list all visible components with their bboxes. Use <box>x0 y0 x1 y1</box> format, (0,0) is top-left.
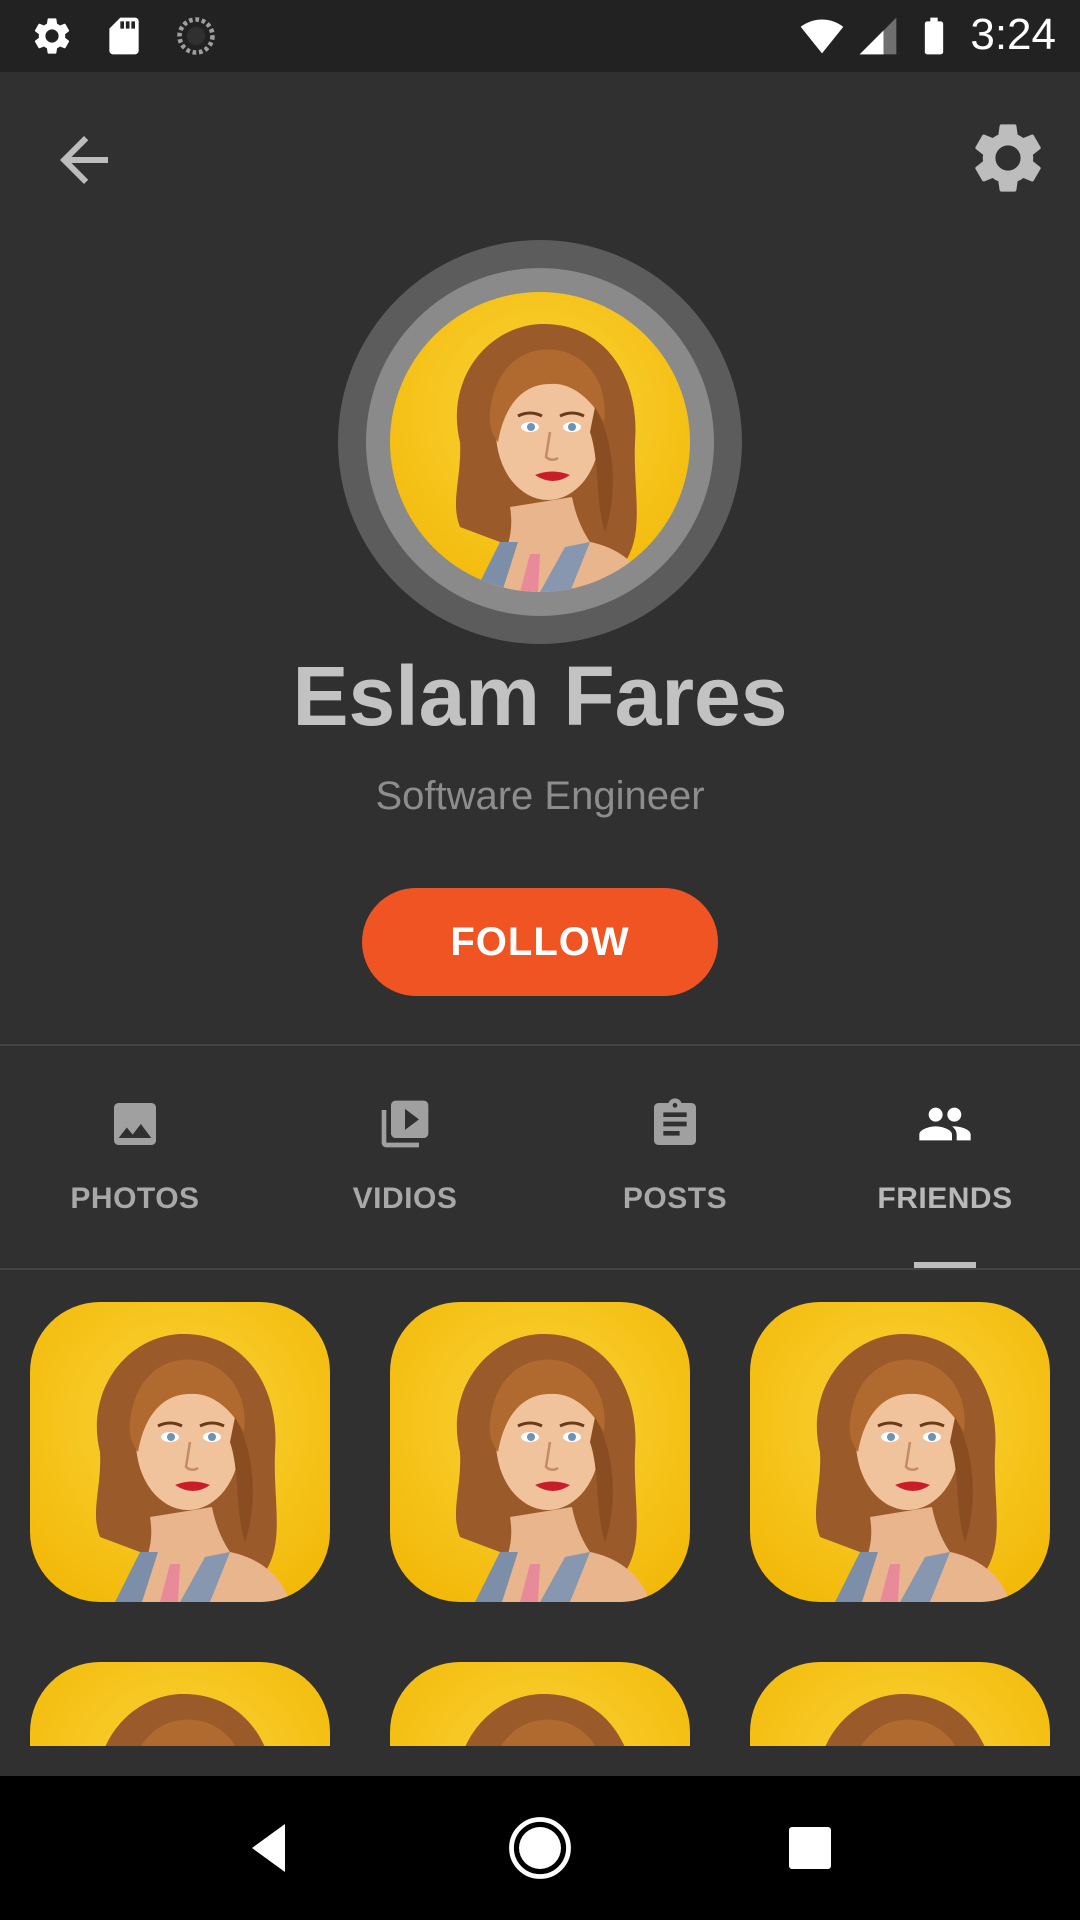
navigation-bar <box>0 1776 1080 1920</box>
avatar[interactable] <box>390 292 690 592</box>
tab-label: POSTS <box>622 1182 728 1215</box>
people-icon <box>919 1107 971 1141</box>
friend-portrait <box>390 1302 690 1602</box>
friend-portrait <box>390 1662 690 1746</box>
tab-photos[interactable]: PHOTOS <box>0 1046 270 1270</box>
tab-label: PHOTOS <box>70 1182 200 1215</box>
video-library-icon <box>381 1100 429 1148</box>
nav-home-icon[interactable] <box>504 1812 576 1884</box>
divider <box>0 1268 1080 1270</box>
friend-portrait <box>750 1662 1050 1746</box>
nav-recents-icon[interactable] <box>774 1812 846 1884</box>
tab-friends[interactable]: FRIENDS <box>810 1046 1080 1270</box>
profile-title: Software Engineer <box>375 774 705 818</box>
status-time: 3:24 <box>970 10 1056 59</box>
nav-back-icon[interactable] <box>234 1812 306 1884</box>
clipboard-icon <box>654 1098 696 1145</box>
friend-photo[interactable] <box>30 1302 330 1602</box>
profile-tabs: PHOTOS VIDIOS POSTS FRIENDS <box>0 1046 1080 1270</box>
settings-icon <box>34 18 70 54</box>
wifi-icon <box>800 19 844 54</box>
friend-portrait <box>30 1662 330 1746</box>
friends-grid <box>0 1272 1080 1746</box>
image-icon <box>114 1103 156 1145</box>
battery-icon <box>924 17 944 55</box>
follow-button[interactable]: FOLLOW <box>362 888 718 996</box>
friend-photo[interactable] <box>750 1302 1050 1602</box>
gear-icon[interactable] <box>966 116 1050 200</box>
avatar-ring <box>338 240 742 644</box>
profile-name: Eslam Fares <box>292 649 788 743</box>
tab-label: FRIENDS <box>877 1182 1013 1215</box>
status-bar: 3:24 <box>0 0 1080 72</box>
tab-label: VIDIOS <box>352 1182 458 1215</box>
profile-photo <box>390 292 690 592</box>
friend-photo[interactable] <box>390 1302 690 1602</box>
friend-photo[interactable] <box>390 1662 690 1746</box>
signal-icon <box>859 17 897 55</box>
tab-posts[interactable]: POSTS <box>540 1046 810 1270</box>
sd-card-icon <box>109 17 139 55</box>
friend-portrait <box>750 1302 1050 1602</box>
arrow-back-icon[interactable] <box>48 124 120 196</box>
sync-icon <box>177 17 215 55</box>
friend-portrait <box>30 1302 330 1602</box>
tab-videos[interactable]: VIDIOS <box>270 1046 540 1270</box>
app-bar <box>0 72 1080 240</box>
friend-photo[interactable] <box>30 1662 330 1746</box>
friend-photo[interactable] <box>750 1662 1050 1746</box>
